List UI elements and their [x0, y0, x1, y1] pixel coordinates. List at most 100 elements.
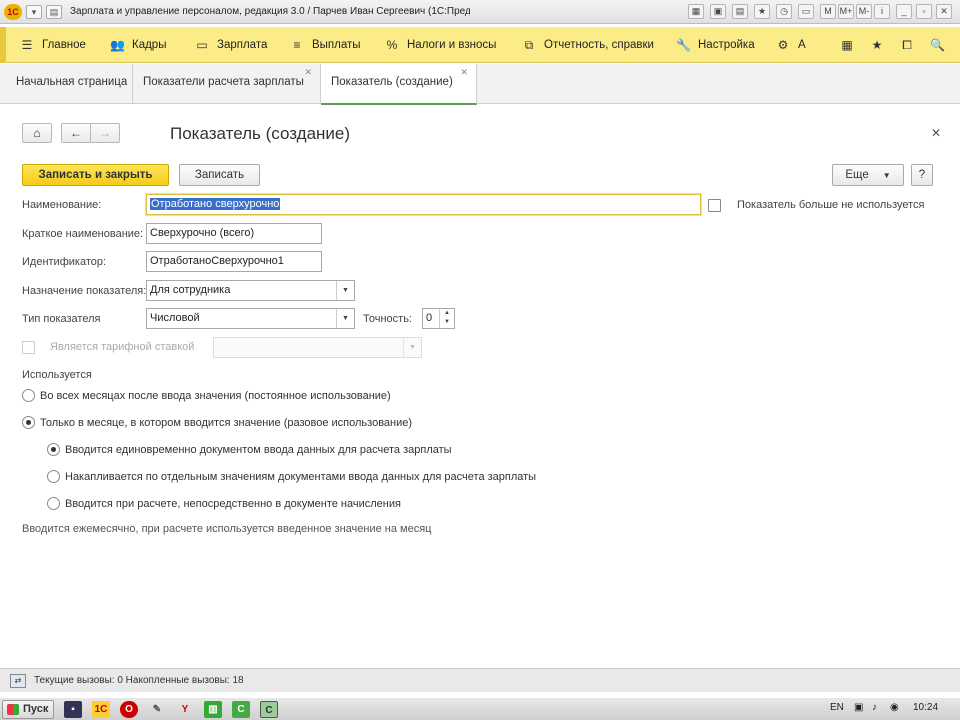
- save-and-close-button[interactable]: Записать и закрыть: [22, 164, 169, 186]
- 1c-config-icon[interactable]: C: [260, 701, 278, 718]
- section-reports[interactable]: ⧉ Отчетность, справки: [522, 37, 654, 53]
- clock: 10:24: [913, 702, 939, 713]
- name-field[interactable]: Отработано сверхурочно: [146, 194, 701, 215]
- opera-icon[interactable]: O: [120, 701, 138, 718]
- help-button[interactable]: ?: [911, 164, 933, 186]
- mem-mplus-button[interactable]: M+: [838, 4, 854, 19]
- section-settings[interactable]: 🔧 Настройка: [676, 37, 755, 53]
- tab-indicators-list[interactable]: Показатели расчета зарплаты ✕: [133, 64, 321, 104]
- wallet-icon: ▭: [196, 38, 208, 52]
- favorites-icon[interactable]: ★: [870, 37, 884, 53]
- mem-mminus-button[interactable]: M-: [856, 4, 872, 19]
- accumulate-label[interactable]: Накапливается по отдельным значениям док…: [65, 471, 536, 483]
- save-button[interactable]: Записать: [179, 164, 260, 186]
- unused-checkbox[interactable]: [708, 199, 721, 212]
- more-button[interactable]: Еще ▼: [832, 164, 904, 186]
- spin-arrows-icon[interactable]: ▲ ▼: [439, 309, 454, 328]
- reports-icon: ⧉: [524, 38, 534, 52]
- tray-network-icon[interactable]: ▣: [854, 702, 863, 713]
- tab-indicator-create[interactable]: Показатель (создание) ✕: [321, 64, 477, 105]
- close-tab-icon[interactable]: ✕: [460, 67, 468, 78]
- short-name-field[interactable]: Сверхурочно (всего): [146, 223, 322, 244]
- all-functions-icon[interactable]: ▦: [840, 37, 854, 53]
- 1c-app-icon[interactable]: 1С: [92, 701, 110, 718]
- usage-all-months-radio[interactable]: [22, 389, 35, 402]
- chart-app-icon[interactable]: ▥: [204, 701, 222, 718]
- chevron-down-icon: ▼: [882, 171, 891, 180]
- type-label: Тип показателя: [22, 313, 101, 325]
- tab-home[interactable]: Начальная страница: [6, 64, 133, 104]
- os-taskbar: Пуск ▪ 1С O ✎ Y ▥ C C EN ▣ ♪ ◉ 10:24: [0, 697, 960, 720]
- clipboard-icon[interactable]: ▣: [710, 4, 726, 19]
- calculator-icon[interactable]: ▤: [732, 4, 748, 19]
- mem-m-button[interactable]: M: [820, 4, 836, 19]
- forward-button[interactable]: →: [90, 123, 120, 143]
- quick-access-icon[interactable]: ▤: [46, 4, 62, 19]
- page-title: Показатель (создание): [170, 124, 351, 143]
- minimize-button[interactable]: _: [896, 4, 912, 19]
- info-icon[interactable]: i: [874, 4, 890, 19]
- precision-label: Точность:: [363, 313, 412, 325]
- close-window-button[interactable]: ✕: [936, 4, 952, 19]
- language-indicator[interactable]: EN: [830, 702, 844, 713]
- section-salary[interactable]: ▭ Зарплата: [195, 37, 267, 53]
- tools-icon[interactable]: ✎: [148, 701, 166, 718]
- precision-stepper[interactable]: 0 ▲ ▼: [422, 308, 455, 329]
- unused-label: Показатель больше не используется: [737, 199, 925, 211]
- input-once-radio[interactable]: [47, 443, 60, 456]
- save-app-icon[interactable]: ▪: [64, 701, 82, 718]
- yandex-icon[interactable]: Y: [176, 701, 194, 718]
- section-admin[interactable]: ⚙ А: [776, 37, 806, 53]
- wrench-icon: 🔧: [676, 38, 691, 52]
- name-label: Наименование:: [22, 199, 102, 211]
- star-icon[interactable]: ★: [754, 4, 770, 19]
- print-icon[interactable]: ▭: [798, 4, 814, 19]
- section-hr[interactable]: 👥 Кадры: [110, 37, 166, 53]
- usage-group-label: Используется: [22, 369, 92, 381]
- close-form-icon[interactable]: ✕: [931, 126, 941, 140]
- close-tab-icon[interactable]: ✕: [304, 67, 312, 78]
- usage-one-month-label[interactable]: Только в месяце, в котором вводится знач…: [40, 417, 412, 429]
- section-main[interactable]: ☰ Главное: [20, 37, 86, 53]
- maximize-button[interactable]: ▫: [916, 4, 932, 19]
- tariff-label: Является тарифной ставкой: [50, 341, 195, 353]
- history-panel-icon[interactable]: ⧠: [900, 37, 914, 53]
- usage-all-months-label[interactable]: Во всех месяцах после ввода значения (по…: [40, 390, 391, 402]
- gear-icon: ⚙: [777, 38, 789, 52]
- list-icon: ≡: [293, 38, 301, 52]
- tray-sound-icon[interactable]: ♪: [872, 702, 877, 713]
- percent-icon: %: [386, 38, 398, 52]
- window-title: Зарплата и управление персоналом, редакц…: [70, 6, 470, 17]
- usage-note: Вводится ежемесячно, при расчете использ…: [22, 523, 432, 535]
- menu-icon: ☰: [21, 38, 33, 52]
- accumulate-radio[interactable]: [47, 470, 60, 483]
- input-at-calculation-label[interactable]: Вводится при расчете, непосредственно в …: [65, 498, 401, 510]
- server-calls-icon: ⇄: [10, 674, 26, 688]
- tariff-select[interactable]: ▼: [213, 337, 422, 358]
- purpose-select[interactable]: Для сотрудника ▼: [146, 280, 355, 301]
- window-titlebar: 1С ▾ ▤ Зарплата и управление персоналом,…: [0, 0, 960, 24]
- type-select[interactable]: Числовой ▼: [146, 308, 355, 329]
- input-at-calculation-radio[interactable]: [47, 497, 60, 510]
- section-taxes[interactable]: % Налоги и взносы: [385, 37, 497, 53]
- back-button[interactable]: ←: [61, 123, 91, 143]
- search-icon[interactable]: 🔍: [930, 37, 945, 53]
- input-once-label[interactable]: Вводится единовременно документом ввода …: [65, 444, 452, 456]
- purpose-label: Назначение показателя:: [22, 285, 147, 297]
- chevron-down-icon[interactable]: ▼: [336, 281, 354, 300]
- tariff-checkbox[interactable]: [22, 341, 35, 354]
- home-button[interactable]: ⌂: [22, 123, 52, 143]
- calendar-icon[interactable]: ▦: [688, 4, 704, 19]
- people-icon: 👥: [110, 38, 125, 52]
- identifier-field[interactable]: ОтработаноСверхурочно1: [146, 251, 322, 272]
- menu-dropdown-icon[interactable]: ▾: [26, 4, 42, 19]
- history-icon[interactable]: ◷: [776, 4, 792, 19]
- excel-icon[interactable]: C: [232, 701, 250, 718]
- sections-panel: ☰ Главное 👥 Кадры ▭ Зарплата ≡ Выплаты % Нало…: [0, 27, 960, 63]
- section-payments[interactable]: ≡ Выплаты: [290, 37, 360, 53]
- tray-update-icon[interactable]: ◉: [890, 702, 899, 713]
- chevron-down-icon[interactable]: ▼: [336, 309, 354, 328]
- start-button[interactable]: Пуск: [2, 700, 54, 719]
- server-calls-text: Текущие вызовы: 0 Накопленные вызовы: 18: [34, 675, 244, 686]
- usage-one-month-radio[interactable]: [22, 416, 35, 429]
